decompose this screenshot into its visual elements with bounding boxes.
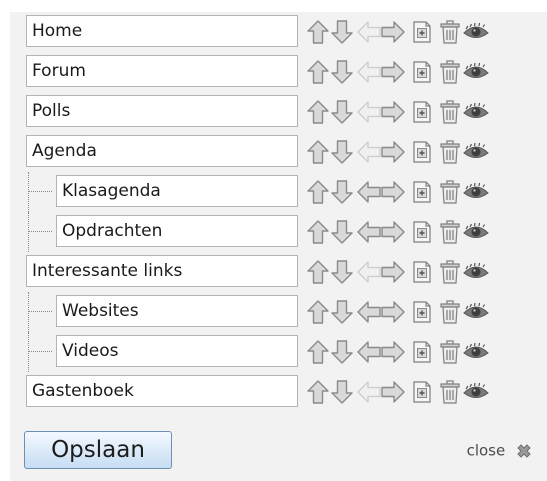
- menu-item-name-field[interactable]: Klasagenda: [56, 175, 298, 207]
- move-down-icon[interactable]: [328, 378, 356, 406]
- menu-item-name-field[interactable]: Gastenboek: [26, 375, 298, 407]
- menu-item-actions: [304, 258, 542, 286]
- tree-connector: [28, 292, 58, 332]
- tree-connector: [28, 212, 58, 252]
- indent-right-icon[interactable]: [379, 258, 407, 286]
- menu-item-name-field[interactable]: Polls: [26, 95, 298, 127]
- menu-item-row: Polls: [10, 92, 547, 132]
- save-button[interactable]: Opslaan: [24, 431, 172, 469]
- add-page-icon[interactable]: [408, 298, 436, 326]
- editor-footer: Opslaan close: [10, 425, 547, 481]
- eye-icon[interactable]: [462, 58, 490, 86]
- menu-item-actions: [304, 218, 542, 246]
- menu-item-row: Videos: [10, 332, 547, 372]
- move-down-icon[interactable]: [328, 18, 356, 46]
- move-down-icon[interactable]: [328, 258, 356, 286]
- menu-item-row: Forum: [10, 52, 547, 92]
- move-down-icon[interactable]: [328, 338, 356, 366]
- add-page-icon[interactable]: [408, 258, 436, 286]
- indent-right-icon[interactable]: [379, 138, 407, 166]
- eye-icon[interactable]: [462, 298, 490, 326]
- move-down-icon[interactable]: [328, 58, 356, 86]
- menu-item-actions: [304, 178, 542, 206]
- eye-icon[interactable]: [462, 178, 490, 206]
- trash-icon[interactable]: [436, 178, 464, 206]
- menu-item-row: Home: [10, 12, 547, 52]
- add-page-icon[interactable]: [408, 138, 436, 166]
- eye-icon[interactable]: [462, 218, 490, 246]
- menu-item-name-field[interactable]: Videos: [56, 335, 298, 367]
- indent-right-icon[interactable]: [379, 18, 407, 46]
- menu-item-name-field[interactable]: Interessante links: [26, 255, 298, 287]
- menu-item-name-field[interactable]: Forum: [26, 55, 298, 87]
- tree-connector: [28, 332, 58, 372]
- menu-item-name-field[interactable]: Home: [26, 15, 298, 47]
- trash-icon[interactable]: [436, 138, 464, 166]
- tree-connector: [28, 172, 58, 212]
- menu-item-actions: [304, 338, 542, 366]
- move-down-icon[interactable]: [328, 178, 356, 206]
- menu-item-row: Interessante links: [10, 252, 547, 292]
- menu-item-actions: [304, 138, 542, 166]
- trash-icon[interactable]: [436, 338, 464, 366]
- close-icon[interactable]: [515, 442, 533, 460]
- add-page-icon[interactable]: [408, 58, 436, 86]
- menu-item-row: Klasagenda: [10, 172, 547, 212]
- indent-right-icon[interactable]: [379, 178, 407, 206]
- menu-item-actions: [304, 58, 542, 86]
- menu-item-row: Gastenboek: [10, 372, 547, 412]
- indent-right-icon[interactable]: [379, 218, 407, 246]
- trash-icon[interactable]: [436, 218, 464, 246]
- eye-icon[interactable]: [462, 378, 490, 406]
- menu-item-name-field[interactable]: Websites: [56, 295, 298, 327]
- menu-item-row: Agenda: [10, 132, 547, 172]
- move-down-icon[interactable]: [328, 138, 356, 166]
- menu-item-name-field[interactable]: Agenda: [26, 135, 298, 167]
- trash-icon[interactable]: [436, 18, 464, 46]
- add-page-icon[interactable]: [408, 338, 436, 366]
- indent-right-icon[interactable]: [379, 58, 407, 86]
- add-page-icon[interactable]: [408, 98, 436, 126]
- menu-item-actions: [304, 298, 542, 326]
- add-page-icon[interactable]: [408, 18, 436, 46]
- eye-icon[interactable]: [462, 138, 490, 166]
- menu-item-actions: [304, 378, 542, 406]
- menu-item-actions: [304, 18, 542, 46]
- trash-icon[interactable]: [436, 378, 464, 406]
- menu-item-row: Opdrachten: [10, 212, 547, 252]
- close-link[interactable]: close: [467, 439, 533, 461]
- indent-right-icon[interactable]: [379, 298, 407, 326]
- add-page-icon[interactable]: [408, 178, 436, 206]
- trash-icon[interactable]: [436, 298, 464, 326]
- eye-icon[interactable]: [462, 338, 490, 366]
- menu-editor-panel: Home Forum Polls Agenda Klasagenda Opdrachten…: [10, 12, 547, 481]
- indent-right-icon[interactable]: [379, 98, 407, 126]
- eye-icon[interactable]: [462, 98, 490, 126]
- indent-right-icon[interactable]: [379, 378, 407, 406]
- menu-item-name-field[interactable]: Opdrachten: [56, 215, 298, 247]
- move-down-icon[interactable]: [328, 98, 356, 126]
- eye-icon[interactable]: [462, 18, 490, 46]
- add-page-icon[interactable]: [408, 218, 436, 246]
- move-down-icon[interactable]: [328, 218, 356, 246]
- move-down-icon[interactable]: [328, 298, 356, 326]
- trash-icon[interactable]: [436, 258, 464, 286]
- close-label: close: [466, 441, 506, 460]
- trash-icon[interactable]: [436, 98, 464, 126]
- indent-right-icon[interactable]: [379, 338, 407, 366]
- add-page-icon[interactable]: [408, 378, 436, 406]
- menu-item-actions: [304, 98, 542, 126]
- menu-item-row: Websites: [10, 292, 547, 332]
- trash-icon[interactable]: [436, 58, 464, 86]
- eye-icon[interactable]: [462, 258, 490, 286]
